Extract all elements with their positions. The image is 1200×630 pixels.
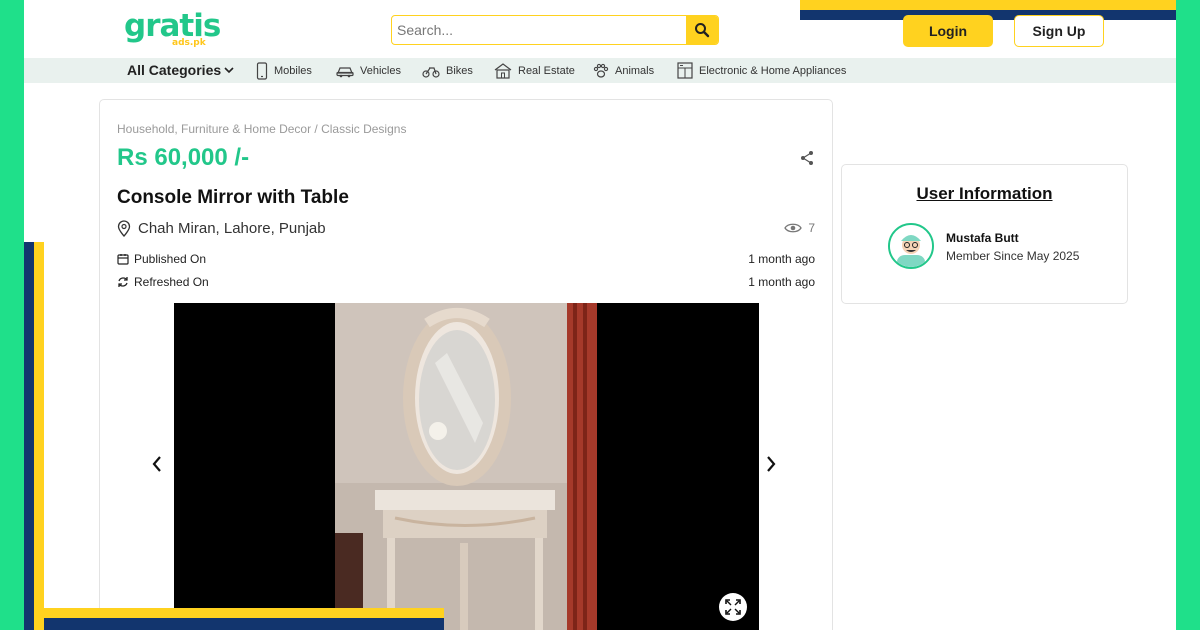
listing-price: Rs 60,000 /-	[117, 144, 250, 171]
category-bar: All Categories Mobiles Vehicles Bikes Re…	[24, 58, 1176, 83]
category-label: Vehicles	[360, 64, 401, 77]
bike-icon	[422, 66, 440, 78]
decorative-stripe-yellow	[34, 242, 44, 630]
gallery-next-button[interactable]	[765, 455, 777, 478]
category-item-real-estate[interactable]: Real Estate	[494, 61, 575, 80]
fullscreen-button[interactable]	[719, 593, 747, 621]
decorative-stripe-blue	[44, 618, 444, 630]
category-label: Real Estate	[518, 64, 575, 77]
refresh-icon	[118, 277, 128, 287]
site-logo[interactable]: gratis ads.pk	[124, 10, 221, 50]
paw-icon	[593, 63, 609, 78]
login-button[interactable]: Login	[903, 15, 993, 47]
decorative-stripe-blue	[24, 242, 34, 630]
all-categories-dropdown[interactable]: All Categories	[127, 62, 234, 78]
listing-title: Console Mirror with Table	[117, 187, 349, 208]
page: gratis ads.pk Login Sign Up All Categori…	[24, 0, 1176, 630]
refreshed-label: Refreshed On	[134, 275, 209, 289]
console-mirror-photo	[335, 303, 597, 630]
published-value: 1 month ago	[748, 252, 815, 266]
listing-card: Household, Furniture & Home Decor / Clas…	[99, 99, 833, 630]
calendar-icon	[117, 254, 129, 265]
eye-icon	[784, 223, 803, 233]
search-bar	[391, 15, 719, 45]
category-label: Electronic & Home Appliances	[699, 64, 847, 77]
car-icon	[336, 66, 354, 77]
chevron-right-icon	[767, 456, 776, 472]
gallery-prev-button[interactable]	[151, 455, 163, 478]
view-count-value: 7	[808, 221, 815, 235]
location-pin-icon	[117, 220, 131, 237]
view-count: 7	[784, 221, 815, 235]
appliance-icon	[677, 62, 693, 79]
search-input[interactable]	[392, 16, 686, 44]
all-categories-label: All Categories	[127, 62, 222, 78]
expand-icon	[725, 599, 741, 615]
category-item-vehicles[interactable]: Vehicles	[336, 61, 401, 80]
chevron-left-icon	[152, 456, 161, 472]
category-item-bikes[interactable]: Bikes	[422, 61, 473, 80]
user-info-heading: User Information	[916, 184, 1053, 203]
building-icon	[494, 62, 512, 79]
member-since: Member Since May 2025	[946, 249, 1080, 263]
signup-button[interactable]: Sign Up	[1014, 15, 1104, 47]
share-button[interactable]	[799, 150, 815, 171]
search-button[interactable]	[686, 16, 718, 44]
category-item-mobiles[interactable]: Mobiles	[256, 61, 312, 80]
location-text: Chah Miran, Lahore, Punjab	[138, 220, 326, 237]
category-label: Mobiles	[274, 64, 312, 77]
refreshed-row: Refreshed On	[117, 275, 209, 289]
published-row: Published On	[117, 252, 206, 266]
user-info-card: User Information Mustafa Butt Member Sin…	[841, 164, 1128, 304]
image-gallery[interactable]	[174, 303, 759, 630]
decorative-stripe-yellow	[44, 608, 444, 618]
chevron-down-icon	[224, 67, 234, 74]
avatar[interactable]	[888, 223, 934, 269]
user-avatar-icon	[890, 225, 932, 267]
breadcrumb[interactable]: Household, Furniture & Home Decor / Clas…	[117, 122, 406, 136]
search-icon	[695, 23, 710, 38]
published-label: Published On	[134, 252, 207, 266]
category-label: Bikes	[446, 64, 473, 77]
mobile-icon	[256, 61, 268, 80]
refreshed-value: 1 month ago	[748, 275, 815, 289]
category-label: Animals	[615, 64, 655, 77]
decorative-stripe-yellow	[800, 0, 1176, 10]
listing-photo[interactable]	[335, 303, 597, 630]
user-name[interactable]: Mustafa Butt	[946, 231, 1019, 245]
listing-location: Chah Miran, Lahore, Punjab	[117, 220, 326, 237]
logo-sub-text: ads.pk	[172, 38, 206, 48]
category-item-animals[interactable]: Animals	[593, 61, 654, 80]
category-item-electronics[interactable]: Electronic & Home Appliances	[677, 61, 846, 80]
share-icon	[801, 151, 813, 165]
